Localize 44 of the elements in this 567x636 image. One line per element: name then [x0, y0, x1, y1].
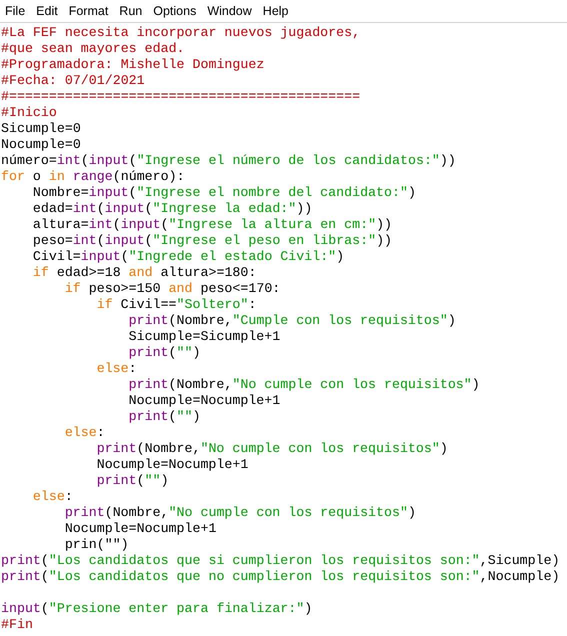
code-line: for o in range(número):	[1, 169, 185, 185]
code-line: edad=int(input("Ingrese la edad:"))	[32, 201, 312, 217]
code-line: if Civil=="Soltero":	[96, 297, 256, 313]
menu-item[interactable]: Edit	[31, 4, 64, 18]
code-line: número=int(input("Ingrese el número de los candidatos:"))	[1, 153, 456, 169]
code-line: prin("")	[64, 537, 129, 553]
menu-item[interactable]: Window	[202, 4, 258, 18]
code-line: Nocumple=Nocumple+1	[96, 457, 248, 473]
code-line: #que sean mayores edad.	[1, 41, 185, 57]
code-line: print("")	[96, 473, 169, 489]
code-line: altura=int(input("Ingrese la altura en cm:"))	[32, 217, 392, 233]
code-line: if edad>=18 and altura>=180:	[32, 265, 256, 281]
code-line: Nocumple=0	[1, 137, 81, 153]
code-line: Sicumple=0	[1, 121, 81, 137]
code-line: Sicumple=Sicumple+1	[128, 329, 280, 345]
code-line: input("Presione enter para finalizar:")	[1, 601, 312, 617]
code-line: Nocumple=Nocumple+1	[64, 521, 216, 537]
code-line: print("Los candidatos que si cumplieron los requisitos son:",Sicumple)	[1, 553, 560, 569]
menu-item[interactable]: Run	[114, 4, 148, 18]
code-line: #Fecha: 07/01/2021	[1, 73, 145, 89]
code-line: else:	[32, 489, 73, 505]
code-line: #============================================	[1, 89, 360, 105]
code-line: Civil=input("Ingrede el estado Civil:")	[32, 249, 344, 265]
code-line: else:	[64, 425, 105, 441]
code-line: print(Nombre,"Cumple con los requisitos")	[128, 313, 456, 329]
code-line: #Programadora: Mishelle Dominguez	[1, 57, 264, 73]
menu-item[interactable]: Options	[148, 4, 202, 18]
code-line: print("")	[128, 345, 200, 361]
code-line: Nocumple=Nocumple+1	[128, 393, 280, 409]
menu-item[interactable]: Help	[258, 4, 295, 18]
menu-item[interactable]: File	[0, 4, 32, 18]
code-line: print(Nombre,"No cumple con los requisitos")	[64, 505, 416, 521]
code-line: #Inicio	[1, 105, 57, 121]
code-line: else:	[96, 361, 137, 377]
code-line: Nombre=input("Ingrese el nombre del candidato:")	[32, 185, 416, 201]
code-line: print(Nombre,"No cumple con los requisitos")	[128, 377, 480, 393]
code-line: peso=int(input("Ingrese el peso en libras:"))	[32, 233, 392, 249]
code-line: if peso>=150 and peso<=170:	[64, 281, 280, 297]
code-line: print("Los candidatos que no cumplieron los requisitos son:",Nocumple)	[1, 569, 560, 585]
menu-item[interactable]: Format	[64, 4, 114, 18]
code-line: #Fin	[1, 617, 33, 633]
code-line: print("")	[128, 409, 200, 425]
code-line: #La FEF necesita incorporar nuevos jugadores,	[1, 25, 360, 41]
code-line: print(Nombre,"No cumple con los requisitos")	[96, 441, 448, 457]
